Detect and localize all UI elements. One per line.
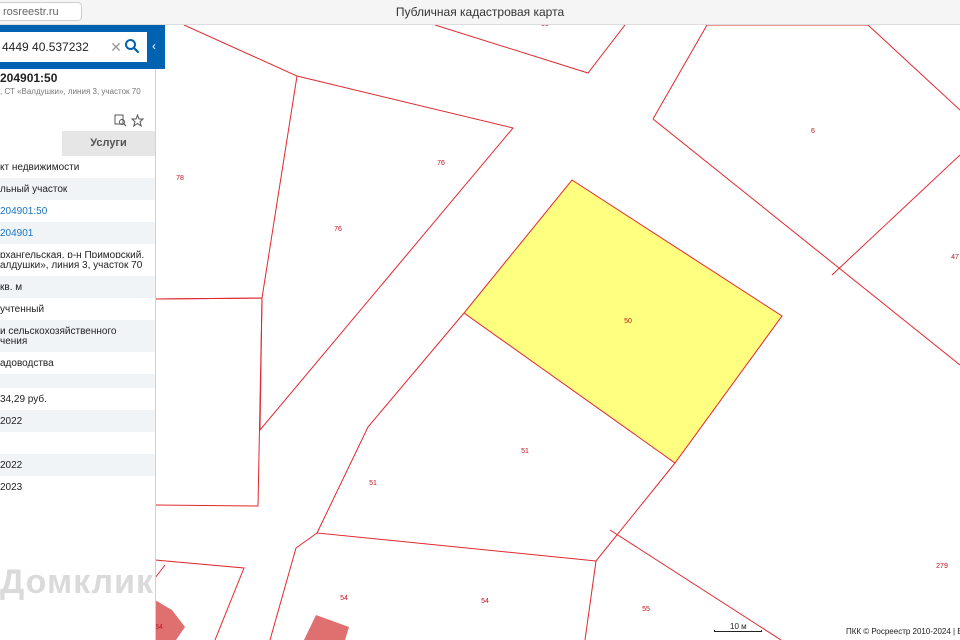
- star-icon[interactable]: [131, 114, 144, 127]
- info-row: рхангельская, р-н Приморский,: [0, 250, 145, 258]
- parcel-boundary: [609, 529, 782, 640]
- info-list: кт недвижимости льный участок 204901:50 …: [0, 156, 155, 498]
- search-bar: ✕ ‹: [0, 25, 165, 69]
- info-row: 2022: [0, 410, 155, 432]
- info-row: учтенный: [0, 304, 45, 315]
- info-row: [0, 432, 155, 454]
- selected-parcel: [463, 179, 783, 464]
- parcel-boundary: [652, 25, 960, 120]
- address-bar[interactable]: rosreestr.ru: [0, 2, 82, 21]
- info-row: [0, 374, 155, 388]
- parcel-boundary: [154, 25, 298, 300]
- info-row: адоводства: [0, 358, 54, 369]
- parcel-boundary: [154, 564, 166, 579]
- info-row: алдушки», линия 3, участок 70: [0, 260, 143, 271]
- watermark-logo: Домклик: [0, 563, 155, 601]
- chevron-left-icon[interactable]: ‹: [152, 39, 164, 53]
- info-row: 2023: [0, 482, 23, 493]
- info-row: кв. м: [0, 276, 155, 298]
- browser-titlebar: rosreestr.ru Публичная кадастровая карта: [0, 0, 960, 25]
- info-row: кт недвижимости: [0, 162, 80, 173]
- info-row: льный участок: [0, 178, 155, 200]
- close-icon[interactable]: ✕: [110, 38, 122, 56]
- parcel-boundary: [584, 560, 597, 640]
- building: [155, 600, 185, 640]
- info-row-link[interactable]: 204901: [0, 222, 155, 244]
- parcel-boundary: [269, 532, 318, 640]
- info-panel: 204901:50 , СТ «Валдушки», линия 3, учас…: [0, 25, 156, 640]
- info-row: и сельскохозяйственного: [0, 320, 155, 334]
- copyright: ПКК © Росреестр 2010-2024 | ЕЭКО: [846, 627, 960, 636]
- info-row: 2022: [0, 454, 155, 476]
- parcel-address: , СТ «Валдушки», линия 3, участок 70: [0, 87, 141, 96]
- tab-services[interactable]: Услуги: [62, 131, 155, 156]
- info-row: чения: [0, 334, 155, 352]
- scale-bar: [714, 630, 762, 632]
- cadastral-number: 204901:50: [0, 71, 58, 85]
- info-row-link[interactable]: 204901:50: [0, 200, 155, 222]
- tab-info[interactable]: [0, 131, 62, 156]
- parcel-boundary: [154, 297, 263, 507]
- parcel-boundary: [434, 25, 626, 74]
- search-icon[interactable]: [124, 37, 140, 55]
- parcel-boundary: [259, 75, 514, 432]
- info-row: 34,29 руб.: [0, 394, 47, 405]
- locate-on-map-icon[interactable]: [114, 114, 127, 127]
- window-title: Публичная кадастровая карта: [395, 5, 565, 19]
- building: [304, 615, 349, 640]
- panel-tabs: Услуги: [0, 131, 155, 156]
- parcel-boundary: [831, 154, 960, 276]
